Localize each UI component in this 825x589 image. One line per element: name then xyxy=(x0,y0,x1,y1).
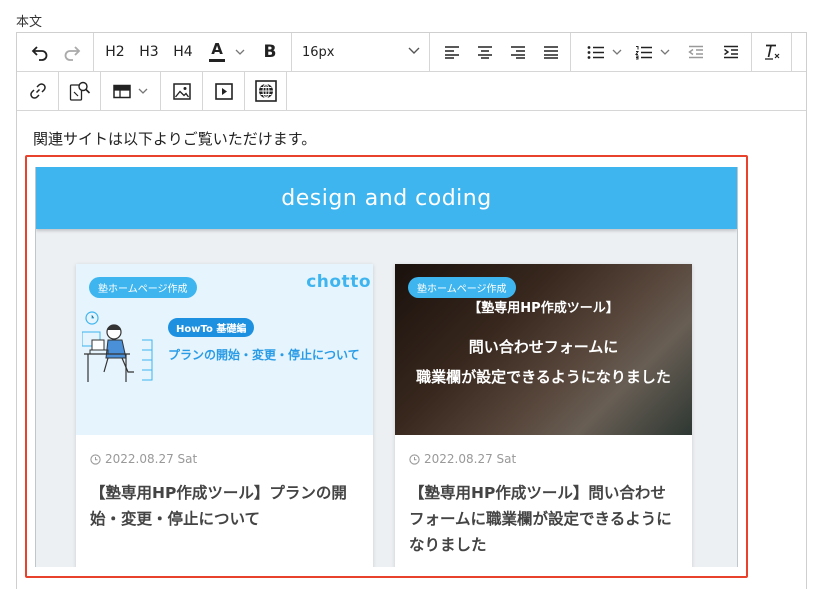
thumbnail-overlay-line: 問い合わせフォームに xyxy=(468,338,619,356)
redo-icon xyxy=(64,46,81,61)
undo-button[interactable] xyxy=(25,33,55,71)
font-color-bar xyxy=(209,59,225,62)
numbered-list-icon xyxy=(635,45,652,59)
play-icon xyxy=(215,82,233,100)
article-thumbnail: 塾ホームページ作成 【塾専用HP作成ツール】 問い合わせフォームに 職業欄が設定… xyxy=(395,264,692,435)
chevron-down-icon xyxy=(612,49,622,55)
link-card-button[interactable] xyxy=(66,72,94,110)
bullet-list-button[interactable] xyxy=(583,33,609,71)
video-button[interactable] xyxy=(210,72,238,110)
article-date: 2022.08.27 Sat xyxy=(90,452,197,466)
article-card[interactable]: 塾ホームページ作成 chotto HowTo 基礎編 プランの開始・変更・停止に… xyxy=(76,264,373,567)
bullet-list-icon xyxy=(587,45,604,59)
chevron-down-icon xyxy=(235,49,245,55)
embed-site-header: design and coding xyxy=(36,167,737,229)
article-thumbnail: 塾ホームページ作成 chotto HowTo 基礎編 プランの開始・変更・停止に… xyxy=(76,264,373,435)
table-icon xyxy=(113,84,131,98)
indent-button[interactable] xyxy=(718,33,744,71)
link-icon xyxy=(30,83,46,99)
toolbar-row-2 xyxy=(17,72,806,111)
field-label: 本文 xyxy=(16,15,43,30)
chevron-down-icon xyxy=(138,88,148,94)
image-icon xyxy=(173,82,191,100)
outdent-button[interactable] xyxy=(683,33,709,71)
font-size-value: 16px xyxy=(302,44,335,60)
font-size-select[interactable]: 16px xyxy=(294,33,428,71)
article-title[interactable]: 【塾専用HP作成ツール】プランの開始・変更・停止について xyxy=(90,480,362,532)
article-date-text: 2022.08.27 Sat xyxy=(105,452,198,466)
redo-button[interactable] xyxy=(57,33,87,71)
person-at-computer-illustration xyxy=(82,311,153,382)
category-tag: 塾ホームページ作成 xyxy=(89,277,197,298)
article-card[interactable]: 塾ホームページ作成 【塾専用HP作成ツール】 問い合わせフォームに 職業欄が設定… xyxy=(395,264,692,567)
clear-format-button[interactable] xyxy=(759,33,785,71)
bold-button[interactable]: B xyxy=(257,33,283,71)
link-button[interactable] xyxy=(24,72,52,110)
rich-text-editor: H2 H3 H4 A B 16px 関連サイトは以下よりご覧いただけます。 de… xyxy=(16,32,807,589)
howto-tag: HowTo 基礎編 xyxy=(168,318,255,337)
align-left-button[interactable] xyxy=(438,33,466,71)
thumbnail-overlay-line: 職業欄が設定できるようになりました xyxy=(416,368,671,386)
image-button[interactable] xyxy=(168,72,196,110)
h2-button[interactable]: H2 xyxy=(101,33,129,71)
table-dropdown[interactable] xyxy=(136,72,150,110)
font-color-dropdown[interactable] xyxy=(233,33,247,71)
toolbar-row-1: H2 H3 H4 A B 16px xyxy=(17,33,806,72)
chevron-down-icon xyxy=(408,47,420,54)
embed-button[interactable] xyxy=(252,72,280,110)
thumbnail-overlay-line: 【塾専用HP作成ツール】 xyxy=(468,301,619,316)
align-left-icon xyxy=(445,46,459,59)
align-justify-button[interactable] xyxy=(537,33,565,71)
clock-icon xyxy=(90,453,101,465)
indent-icon xyxy=(724,45,738,59)
font-color-label: A xyxy=(211,40,223,58)
chevron-down-icon xyxy=(660,49,670,55)
align-justify-icon xyxy=(544,46,558,59)
chotto-logo: chotto xyxy=(306,272,371,292)
undo-icon xyxy=(31,46,48,61)
intro-text: 関連サイトは以下よりご覧いただけます。 xyxy=(33,130,317,148)
embed-highlight-frame: design and coding 塾ホームページ作成 chotto HowTo… xyxy=(25,155,748,578)
thumbnail-title: プランの開始・変更・停止について xyxy=(168,348,360,362)
link-search-icon xyxy=(69,81,91,101)
site-embed-preview[interactable]: design and coding 塾ホームページ作成 chotto HowTo… xyxy=(35,167,738,567)
numbered-list-button[interactable] xyxy=(631,33,657,71)
clock-icon xyxy=(409,453,420,465)
article-date-text: 2022.08.27 Sat xyxy=(424,452,517,466)
h4-button[interactable]: H4 xyxy=(169,33,197,71)
font-color-button[interactable]: A xyxy=(203,33,231,71)
align-center-button[interactable] xyxy=(471,33,499,71)
align-center-icon xyxy=(478,46,492,59)
h3-button[interactable]: H3 xyxy=(135,33,163,71)
outdent-icon xyxy=(688,45,703,59)
clear-format-icon xyxy=(765,44,780,60)
align-right-button[interactable] xyxy=(504,33,532,71)
globe-icon xyxy=(255,80,277,102)
align-right-icon xyxy=(511,46,525,59)
article-title[interactable]: 【塾専用HP作成ツール】問い合わせフォームに職業欄が設定できるようになりました xyxy=(409,480,681,558)
table-button[interactable] xyxy=(109,72,135,110)
article-date: 2022.08.27 Sat xyxy=(409,452,516,466)
bullet-list-dropdown[interactable] xyxy=(610,33,624,71)
category-tag: 塾ホームページ作成 xyxy=(408,277,516,298)
numbered-list-dropdown[interactable] xyxy=(658,33,672,71)
